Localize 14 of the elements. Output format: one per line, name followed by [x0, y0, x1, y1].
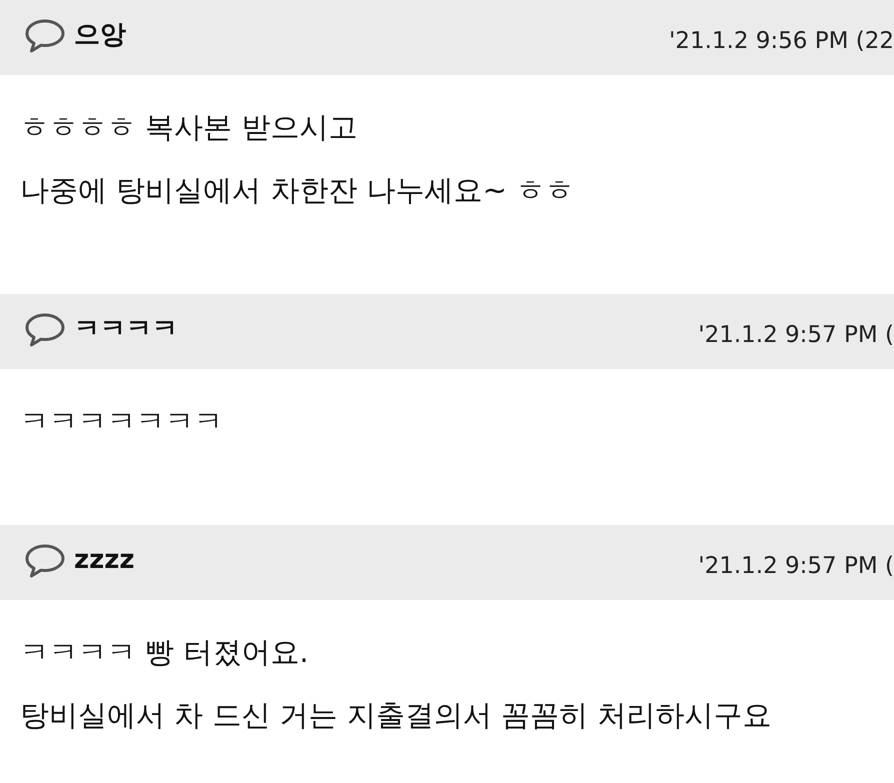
comment-text: ㅋㅋㅋㅋ 빵 터졌어요.: [20, 636, 310, 669]
comment-text: ㅋㅋㅋㅋㅋㅋㅋ: [20, 405, 224, 438]
comment-timestamp: '21.1.2 9:57 PM (: [698, 552, 894, 582]
comment-text: 탕비실에서 차 드신 거는 지출결의서 꼼꼼히 처리하시구요: [20, 699, 772, 732]
comment-timestamp: '21.1.2 9:56 PM (22: [668, 27, 894, 56]
comment-author: 으앙: [74, 19, 126, 52]
comment-author: ㅋㅋㅋㅋ: [74, 313, 178, 346]
speech-bubble-icon: [24, 312, 66, 346]
comment-author: zzzz: [74, 544, 135, 577]
comment-timestamp: '21.1.2 9:57 PM (: [698, 321, 894, 350]
comment-text: ㅎㅎㅎㅎ 복사본 받으시고: [20, 111, 358, 144]
speech-bubble-icon: [24, 18, 66, 52]
speech-bubble-icon: [24, 544, 66, 578]
comment-text: 나중에 탕비실에서 차한잔 나누세요~ ㅎㅎ: [20, 174, 576, 207]
